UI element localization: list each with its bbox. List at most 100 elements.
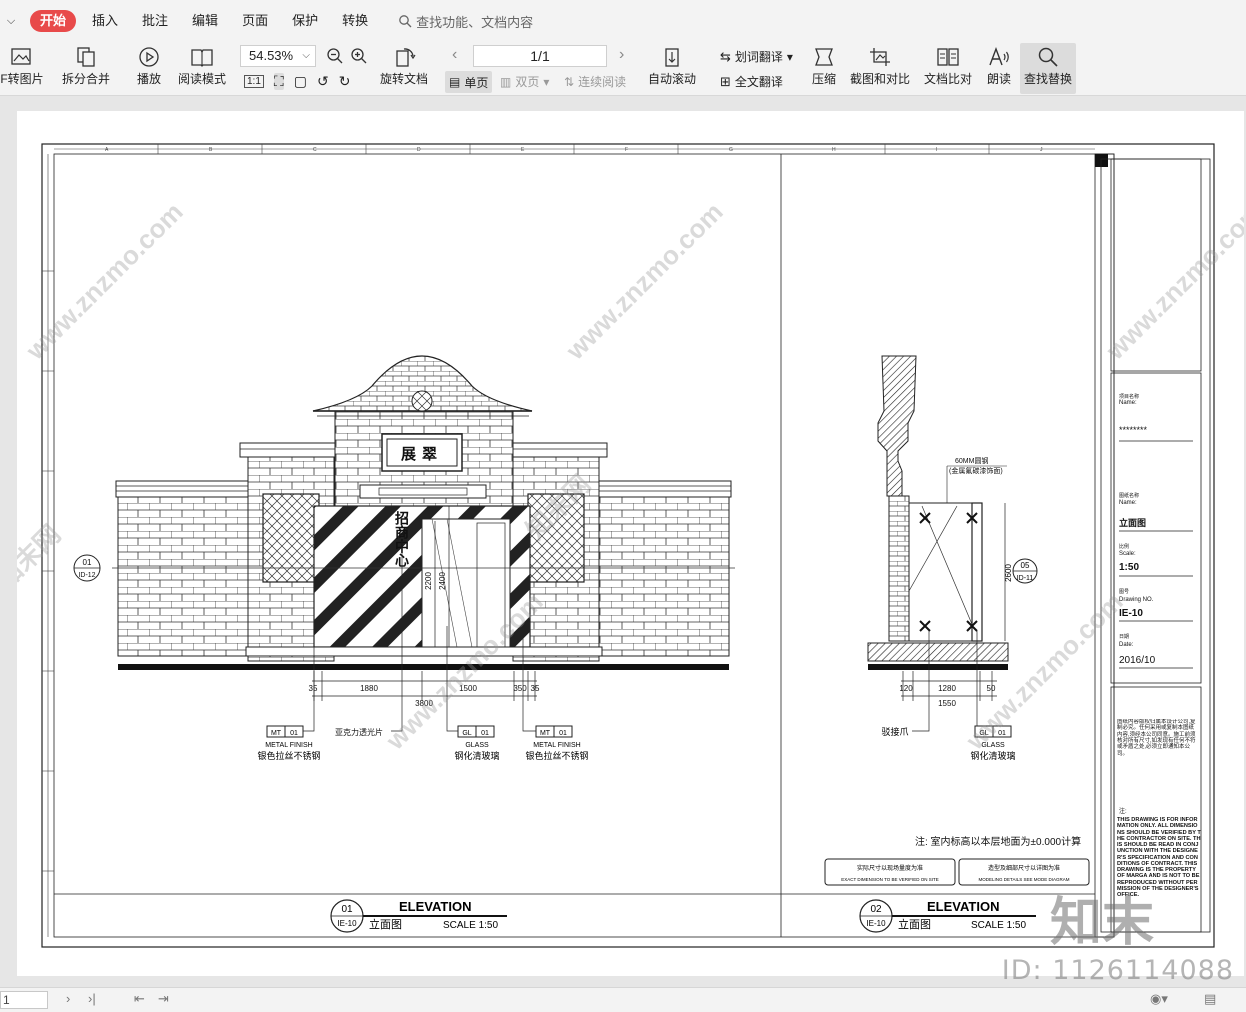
tab-edit[interactable]: 编辑 — [180, 10, 230, 32]
play-icon — [139, 47, 159, 67]
grid-label-a: A — [105, 147, 109, 153]
menu-bar: ⌵ 开始 插入 批注 编辑 页面 保护 转换 查找功能、文档内容 — [0, 0, 1246, 42]
dim-2600: 2600 — [1004, 564, 1013, 582]
svg-text:注:: 注: — [1119, 807, 1127, 815]
grid-label-g: G — [729, 147, 733, 153]
zoom-input[interactable]: 54.53% ⌵ — [240, 45, 316, 67]
svg-text:ELEVATION: ELEVATION — [927, 899, 999, 914]
rotate-document-button[interactable]: 旋转文档 — [378, 46, 430, 87]
svg-text:Name:: Name: — [1119, 500, 1137, 506]
clamp-label: 驳接爪 — [881, 726, 908, 737]
rotate-left-icon[interactable]: ↺ — [317, 73, 329, 90]
svg-text:01: 01 — [559, 730, 567, 737]
tab-insert[interactable]: 插入 — [80, 10, 130, 32]
elevation-title-left: 01 IE-10 ELEVATION 立面图 SCALE 1:50 — [330, 899, 507, 933]
zoom-dropdown-icon[interactable]: ⌵ — [302, 46, 310, 66]
page-jump-input[interactable]: 1 — [0, 991, 48, 1009]
single-page-button[interactable]: ▤ 单页 — [445, 71, 493, 93]
cad-drawing: A B C D E F G H I J 展翠 招商中心 35 1880 1500… — [17, 143, 1244, 948]
menu-collapse-chevron-icon[interactable]: ⌵ — [0, 15, 22, 28]
grid-label-f: F — [625, 147, 628, 153]
svg-text:www.znzmo.com: www.znzmo.com — [959, 587, 1128, 756]
magnifier-icon — [1038, 47, 1058, 67]
svg-text:日期: 日期 — [1119, 634, 1129, 640]
page-layout-icon[interactable]: ▤ — [1204, 991, 1216, 1007]
note-box-1: 实际尺寸以现场量度为准 EXACT DIMENSION TO BE VERIFI… — [824, 858, 956, 886]
svg-text:实际尺寸以现场量度为准: 实际尺寸以现场量度为准 — [857, 864, 923, 872]
last-page-icon[interactable]: ›| — [88, 991, 96, 1006]
next-view-icon[interactable]: ⇥ — [158, 991, 169, 1007]
tab-page[interactable]: 页面 — [230, 10, 280, 32]
svg-text:SCALE 1:50: SCALE 1:50 — [971, 920, 1026, 931]
svg-text:METAL FINISH: METAL FINISH — [533, 742, 580, 749]
play-button[interactable]: 播放 — [132, 46, 166, 87]
eye-protection-icon[interactable]: ◉▾ — [1150, 991, 1168, 1007]
find-replace-button[interactable]: 查找替换 — [1020, 43, 1076, 94]
dim-2400: 2400 — [438, 572, 447, 590]
tab-convert[interactable]: 转换 — [330, 10, 380, 32]
book-icon — [191, 49, 213, 67]
svg-text:2016/10: 2016/10 — [1119, 655, 1156, 666]
read-aloud-button[interactable]: 朗读 — [984, 46, 1014, 87]
document-viewport[interactable]: A B C D E F G H I J 展翠 招商中心 35 1880 1500… — [0, 97, 1246, 987]
grid-label-h: H — [832, 147, 836, 153]
doc-compare-icon — [937, 48, 959, 66]
tab-home[interactable]: 开始 — [30, 10, 77, 32]
function-search[interactable]: 查找功能、文档内容 — [398, 12, 533, 31]
svg-text:Date:: Date: — [1119, 642, 1134, 648]
zoom-in-icon[interactable] — [350, 47, 368, 65]
rotate-right-icon[interactable]: ↻ — [339, 73, 351, 90]
dim-350: 350 — [513, 684, 527, 693]
auto-scroll-button[interactable]: 自动滚动 — [642, 46, 702, 87]
grid-label-i: I — [936, 147, 937, 153]
next-page-icon[interactable]: › — [619, 46, 624, 64]
watermark-layer: www.znzmo.com 知末网 www.znzmo.com 知末网 www.… — [17, 197, 1244, 756]
search-icon — [399, 15, 412, 28]
svg-text:www.znzmo.com: www.znzmo.com — [559, 197, 728, 366]
previous-view-icon[interactable]: ⇤ — [134, 991, 145, 1007]
elevation-title-right: 02 IE-10 ELEVATION 立面图 SCALE 1:50 — [859, 899, 1036, 933]
doc-compare-button[interactable]: 文档比对 — [920, 46, 976, 87]
svg-text:www.znzmo.com: www.znzmo.com — [19, 197, 188, 366]
page-number-input[interactable]: 1/1 — [473, 45, 607, 67]
previous-page-icon[interactable]: ‹ — [452, 46, 457, 64]
svg-text:1:50: 1:50 — [1119, 562, 1139, 573]
screenshot-compare-button[interactable]: 截图和对比 — [848, 46, 912, 87]
auto-scroll-icon — [665, 48, 679, 67]
read-mode-button[interactable]: 阅读模式 — [176, 46, 228, 87]
dim-35-a: 35 — [309, 684, 318, 693]
svg-text:立面图: 立面图 — [1119, 517, 1146, 528]
tab-comment[interactable]: 批注 — [130, 10, 180, 32]
dim-35-b: 35 — [531, 684, 540, 693]
full-translate-button[interactable]: ⊞ 全文翻译 — [720, 73, 783, 90]
next-page-icon-status[interactable]: › — [66, 991, 70, 1006]
double-page-button[interactable]: ▥ 双页 ▾ — [500, 73, 549, 90]
full-translate-icon: ⊞ — [720, 73, 731, 89]
fit-width-icon[interactable]: ▢ — [294, 73, 307, 90]
fit-page-icon[interactable]: ⛶ — [273, 73, 284, 90]
actual-size-button[interactable]: 1:1 — [244, 75, 264, 88]
svg-text:立面图: 立面图 — [369, 917, 402, 931]
image-convert-icon — [11, 48, 31, 65]
side-ref-left-code: ID-12 — [78, 572, 95, 579]
svg-text:01: 01 — [481, 730, 489, 737]
split-merge-button[interactable]: 拆分合并 — [56, 46, 116, 87]
svg-text:项目名称: 项目名称 — [1119, 393, 1139, 400]
svg-text:Name:: Name: — [1119, 400, 1137, 406]
read-aloud-icon — [989, 47, 1009, 66]
zoom-out-icon[interactable] — [326, 47, 344, 65]
tag-glass-left: GL 01 GLASS 钢化清玻璃 — [454, 725, 500, 761]
compress-button[interactable]: 压缩 — [808, 46, 840, 87]
split-merge-icon — [77, 47, 95, 67]
svg-text:METAL FINISH: METAL FINISH — [265, 742, 312, 749]
continuous-read-button[interactable]: ⇅ 连续阅读 — [564, 73, 626, 90]
compress-icon — [815, 48, 833, 66]
grid-label-e: E — [521, 147, 525, 153]
svg-text:EXACT DIMENSION TO BE VERIFIED: EXACT DIMENSION TO BE VERIFIED ON SITE — [841, 877, 939, 882]
tab-protect[interactable]: 保护 — [280, 10, 330, 32]
svg-text:钢化清玻璃: 钢化清玻璃 — [454, 750, 499, 761]
pdf-to-image-button[interactable]: F转图片 — [0, 46, 44, 87]
word-translate-button[interactable]: ⇆ 划词翻译 ▾ — [720, 48, 793, 65]
svg-text:GL: GL — [462, 730, 471, 737]
dim-1280: 1280 — [938, 684, 956, 693]
